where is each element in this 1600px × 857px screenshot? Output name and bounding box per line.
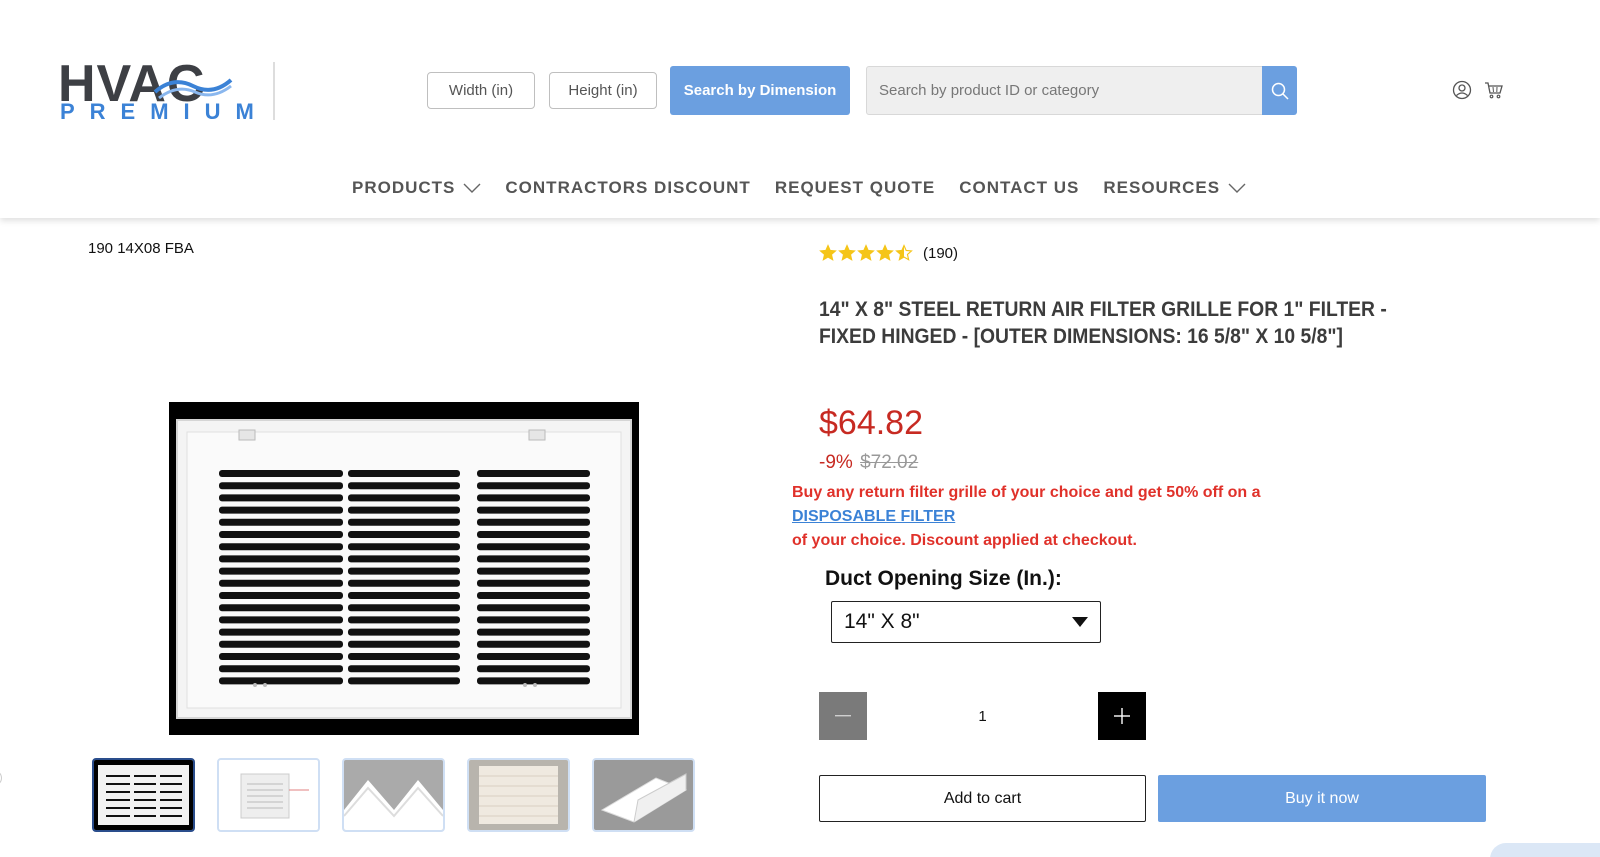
wave-icon	[153, 78, 233, 100]
search-button[interactable]	[1262, 66, 1297, 115]
quantity-increase-button[interactable]	[1098, 692, 1146, 740]
chevron-down-icon	[1228, 183, 1246, 193]
thumbnail-strip	[92, 758, 695, 832]
disposable-filter-link[interactable]: DISPOSABLE FILTER	[792, 505, 1312, 529]
nav-contact-us-label: CONTACT US	[959, 178, 1080, 197]
thumbnail-1[interactable]	[92, 758, 195, 832]
thumbnail-2[interactable]	[217, 758, 320, 832]
nav-contact-us[interactable]: CONTACT US	[959, 178, 1079, 198]
current-price: $64.82	[819, 404, 923, 442]
nav-contractors-discount[interactable]: CONTRACTORS DISCOUNT	[505, 178, 750, 198]
thumbnail-3[interactable]	[342, 758, 445, 832]
cart-icon[interactable]	[1484, 80, 1504, 100]
search-input[interactable]	[866, 66, 1263, 115]
star-full-icon	[876, 244, 894, 261]
promo-line-1: Buy any return filter grille of your cho…	[792, 484, 1261, 501]
minus-icon	[835, 715, 851, 717]
chat-widget-tab[interactable]	[1490, 843, 1600, 857]
logo-text-bottom: PREMIUM	[60, 99, 269, 124]
thumbnail-4[interactable]	[467, 758, 570, 832]
search-icon	[1271, 82, 1289, 100]
nav-request-quote-label: REQUEST QUOTE	[774, 178, 936, 197]
grille-image	[169, 402, 639, 735]
product-rating[interactable]: (190)	[819, 244, 958, 262]
logo-divider	[273, 62, 275, 120]
original-price: $72.02	[860, 452, 919, 473]
product-main-image[interactable]	[169, 402, 639, 735]
search-by-dimension-button[interactable]: Search by Dimension	[670, 66, 850, 115]
plus-icon	[1114, 708, 1130, 724]
buy-now-button[interactable]: Buy it now	[1158, 775, 1486, 822]
product-title: 14" X 8" STEEL RETURN AIR FILTER GRILLE …	[819, 298, 1387, 348]
edge-handle[interactable]	[0, 770, 2, 786]
hvac-premium-logo[interactable]: HVAC PREMIUM	[58, 58, 254, 124]
rating-stars	[819, 244, 913, 262]
size-label: Duct Opening Size (In.):	[825, 567, 1062, 590]
discount-percent: -9%	[819, 452, 853, 473]
promo-message: Buy any return filter grille of your cho…	[792, 481, 1312, 553]
star-full-icon	[857, 244, 875, 261]
main-nav: PRODUCTS CONTRACTORS DISCOUNT REQUEST QU…	[352, 178, 1246, 198]
product-sku: 190 14X08 FBA	[88, 240, 194, 257]
promo-line-2: of your choice. Discount applied at chec…	[792, 532, 1137, 549]
nav-resources-label: RESOURCES	[1103, 178, 1221, 197]
header-actions	[1452, 80, 1504, 100]
star-full-icon	[838, 244, 856, 261]
site-header: HVAC PREMIUM Search by Dimension	[0, 0, 1600, 218]
thumbnail-5[interactable]	[592, 758, 695, 832]
width-input[interactable]	[427, 72, 535, 109]
quantity-value[interactable]: 1	[867, 692, 1098, 740]
height-input[interactable]	[549, 72, 657, 109]
nav-request-quote[interactable]: REQUEST QUOTE	[775, 178, 935, 198]
star-half-icon	[895, 244, 913, 261]
chevron-down-icon	[463, 183, 481, 193]
caret-down-icon	[1072, 617, 1088, 627]
discount-row: -9% $72.02	[819, 452, 918, 474]
nav-contractors-discount-label: CONTRACTORS DISCOUNT	[505, 178, 751, 197]
quantity-decrease-button[interactable]	[819, 692, 867, 740]
add-to-cart-button[interactable]: Add to cart	[819, 775, 1146, 822]
review-count: (190)	[923, 244, 959, 262]
nav-products-label: PRODUCTS	[352, 178, 456, 197]
nav-resources[interactable]: RESOURCES	[1103, 178, 1246, 198]
nav-products[interactable]: PRODUCTS	[352, 178, 481, 198]
star-full-icon	[819, 244, 837, 261]
size-select-value: 14" X 8"	[844, 610, 920, 633]
account-icon[interactable]	[1452, 80, 1472, 100]
size-select[interactable]: 14" X 8"	[831, 601, 1101, 643]
